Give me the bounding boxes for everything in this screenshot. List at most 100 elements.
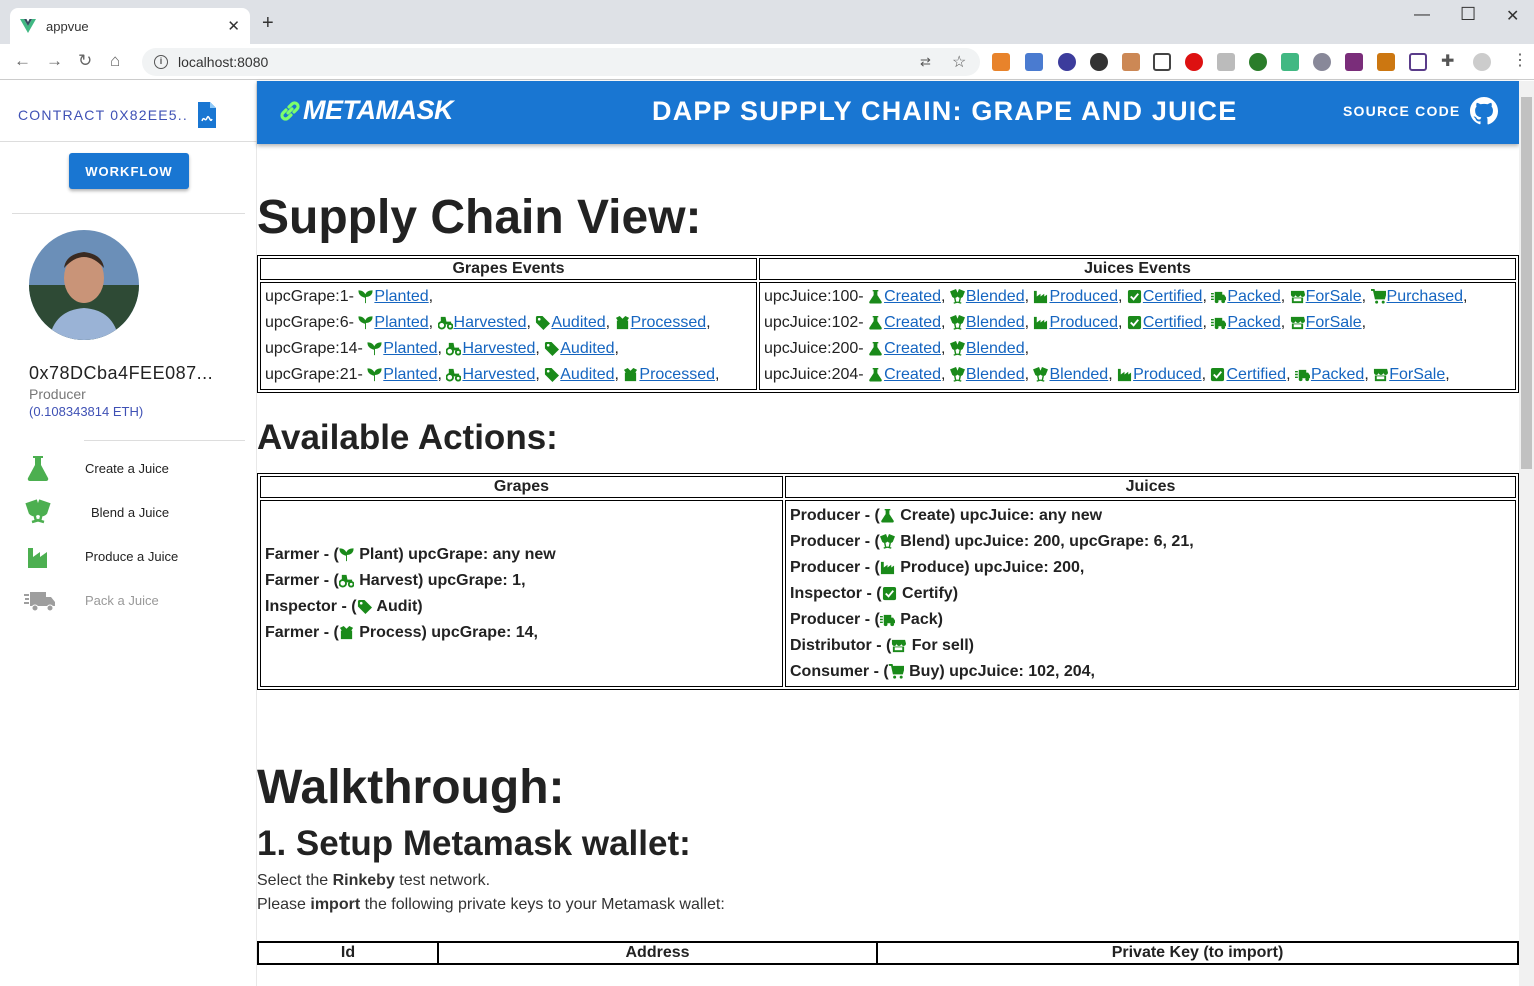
event-link-created[interactable]: Created: [884, 314, 941, 331]
events-table: Grapes Events Juices Events upcGrape:1- …: [257, 255, 1519, 393]
event-link-planted[interactable]: Planted: [374, 288, 428, 305]
maximize-icon[interactable]: ☐: [1460, 4, 1476, 25]
juice-action-row[interactable]: Consumer - ( Buy) upcJuice: 102, 204,: [790, 659, 1511, 685]
event-link-harvested[interactable]: Harvested: [462, 340, 535, 357]
back-icon[interactable]: ←: [14, 51, 31, 71]
home-icon[interactable]: ⌂: [110, 51, 120, 71]
source-code-link[interactable]: SOURCE CODE: [1343, 97, 1499, 125]
juice-action-row[interactable]: Producer - ( Blend) upcJuice: 200, upcGr…: [790, 529, 1511, 555]
tab-close-icon[interactable]: ✕: [227, 17, 240, 35]
keys-id-header: Id: [258, 942, 438, 964]
event-link-forsale[interactable]: ForSale: [1306, 288, 1362, 305]
event-link-planted[interactable]: Planted: [383, 340, 437, 357]
extensions-puzzle-icon[interactable]: ✚: [1441, 51, 1454, 71]
separator: ,: [1117, 314, 1127, 331]
event-link-harvested[interactable]: Harvested: [462, 366, 535, 383]
grammarly-ext-icon[interactable]: [1090, 53, 1108, 71]
event-link-packed[interactable]: Packed: [1227, 288, 1280, 305]
grape-event-row: upcGrape:21- Planted, Harvested, Audited…: [265, 362, 752, 388]
event-link-certified[interactable]: Certified: [1143, 288, 1203, 305]
ethereum-ext-icon[interactable]: [1058, 53, 1076, 71]
grape-events-cell: upcGrape:1- Planted, upcGrape:6- Planted…: [260, 282, 757, 390]
event-link-harvested[interactable]: Harvested: [454, 314, 527, 331]
juice-action-row[interactable]: Distributor - ( For sell): [790, 633, 1511, 659]
event-link-blended[interactable]: Blended: [966, 340, 1025, 357]
event-link-packed[interactable]: Packed: [1311, 366, 1364, 383]
event-link-processed[interactable]: Processed: [639, 366, 715, 383]
grape-action-row[interactable]: Farmer - ( Process) upcGrape: 14,: [265, 620, 778, 646]
scrollbar[interactable]: [1519, 81, 1534, 986]
event-link-audited[interactable]: Audited: [551, 314, 605, 331]
event-link-created[interactable]: Created: [884, 288, 941, 305]
gear-ext-icon[interactable]: [1313, 53, 1331, 71]
profile-avatar-icon[interactable]: [1473, 53, 1491, 71]
browser-tab[interactable]: appvue ✕: [10, 8, 250, 44]
metamask-ext-icon[interactable]: [992, 53, 1010, 71]
browser-menu-icon[interactable]: ⋮: [1512, 50, 1528, 70]
event-link-created[interactable]: Created: [884, 366, 941, 383]
site-info-icon[interactable]: i: [154, 55, 168, 69]
event-link-certified[interactable]: Certified: [1143, 314, 1203, 331]
event-link-forsale[interactable]: ForSale: [1389, 366, 1445, 383]
grape-action-row[interactable]: Inspector - ( Audit): [265, 594, 778, 620]
color-ext-icon[interactable]: [1377, 53, 1395, 71]
tool-ext-icon[interactable]: [1122, 53, 1140, 71]
grape-action-row[interactable]: Farmer - ( Harvest) upcGrape: 1,: [265, 568, 778, 594]
event-link-processed[interactable]: Processed: [631, 314, 707, 331]
badge-ext-icon[interactable]: [1345, 53, 1363, 71]
grape-action-row[interactable]: Farmer - ( Plant) upcGrape: any new: [265, 542, 778, 568]
translate-icon[interactable]: ⇄: [920, 54, 931, 70]
window-close-icon[interactable]: ✕: [1506, 6, 1519, 26]
event-link-blended[interactable]: Blended: [966, 366, 1025, 383]
juice-action-row[interactable]: Producer - ( Pack): [790, 607, 1511, 633]
globe-ext-icon[interactable]: [1249, 53, 1267, 71]
factory-icon: [1118, 368, 1132, 382]
store-icon: [1290, 290, 1305, 304]
juice-action-row[interactable]: Inspector - ( Certify): [790, 581, 1511, 607]
event-link-packed[interactable]: Packed: [1227, 314, 1280, 331]
box-ext-icon[interactable]: [1217, 53, 1235, 71]
separator: ,: [1280, 288, 1290, 305]
event-link-purchased[interactable]: Purchased: [1387, 288, 1464, 305]
keys-address-header: Address: [438, 942, 877, 964]
separator: ,: [1286, 366, 1295, 383]
new-tab-icon[interactable]: +: [262, 12, 274, 35]
event-link-forsale[interactable]: ForSale: [1306, 314, 1362, 331]
event-link-produced[interactable]: Produced: [1133, 366, 1202, 383]
juice-action-row[interactable]: Producer - ( Create) upcJuice: any new: [790, 503, 1511, 529]
separator: ,: [614, 340, 619, 357]
address-bar[interactable]: i localhost:8080 ⇄ ☆: [142, 48, 980, 76]
note-ext-icon[interactable]: [1409, 53, 1427, 71]
bookmark-star-icon[interactable]: ☆: [952, 52, 966, 72]
brand-logo[interactable]: METAMASK: [277, 95, 453, 126]
factory-icon: [1034, 290, 1048, 304]
event-link-certified[interactable]: Certified: [1226, 366, 1286, 383]
reload-icon[interactable]: ↻: [78, 51, 92, 71]
contract-link[interactable]: CONTRACT 0X82EE5..: [18, 101, 218, 129]
event-link-planted[interactable]: Planted: [374, 314, 428, 331]
vue-devtools-ext-icon[interactable]: [1281, 53, 1299, 71]
event-link-blended[interactable]: Blended: [966, 288, 1025, 305]
scrollbar-thumb[interactable]: [1521, 97, 1532, 469]
minimize-icon[interactable]: —: [1414, 6, 1430, 24]
copy-ext-icon[interactable]: [1153, 53, 1171, 71]
menu-item-blend-juice[interactable]: Blend a Juice: [22, 494, 242, 530]
event-link-planted[interactable]: Planted: [383, 366, 437, 383]
menu-item-create-juice[interactable]: Create a Juice: [22, 450, 242, 486]
event-link-audited[interactable]: Audited: [560, 366, 614, 383]
event-link-audited[interactable]: Audited: [560, 340, 614, 357]
event-link-produced[interactable]: Produced: [1049, 288, 1118, 305]
forward-icon[interactable]: →: [46, 51, 63, 71]
opera-ext-icon[interactable]: [1185, 53, 1203, 71]
menu-item-produce-juice[interactable]: Produce a Juice: [22, 538, 242, 574]
juice-action-row[interactable]: Producer - ( Produce) upcJuice: 200,: [790, 555, 1511, 581]
menu-item-pack-juice[interactable]: Pack a Juice: [22, 582, 242, 618]
truck-icon: [879, 614, 895, 627]
translate-ext-icon[interactable]: [1025, 53, 1043, 71]
event-link-produced[interactable]: Produced: [1049, 314, 1118, 331]
upc-label: upcGrape:21-: [265, 366, 368, 383]
event-link-blended[interactable]: Blended: [1049, 366, 1108, 383]
event-link-created[interactable]: Created: [884, 340, 941, 357]
workflow-button[interactable]: WORKFLOW: [69, 153, 189, 189]
event-link-blended[interactable]: Blended: [966, 314, 1025, 331]
